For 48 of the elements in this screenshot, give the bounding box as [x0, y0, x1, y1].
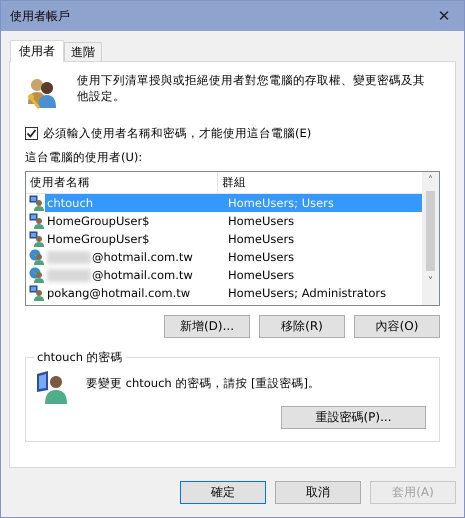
list-row[interactable]: HomeGroupUser$ HomeUsers [45, 230, 422, 248]
user-monitor-icon [36, 370, 68, 404]
globe-user-icon [29, 267, 45, 283]
monitor-user-icon [29, 231, 45, 247]
scroll-down-button[interactable]: ˅ [428, 273, 434, 290]
tab[interactable]: 進階 [64, 42, 102, 61]
reset-password-button[interactable]: 重設密碼(P)... [281, 406, 426, 429]
globe-user-icon [29, 249, 45, 265]
user-group: HomeUsers; Administrators [228, 286, 386, 300]
list-row[interactable]: @hotmail.com.tw HomeUsers [45, 266, 422, 284]
user-group: HomeUsers [228, 250, 294, 264]
group-title: chtouch 的密碼 [36, 350, 124, 365]
column-header[interactable]: 使用者名稱 [26, 172, 218, 193]
list-action-button[interactable]: 內容(O) [354, 315, 440, 338]
user-group: HomeUsers [228, 232, 294, 246]
list-row[interactable]: pokang@hotmail.com.tw HomeUsers; Administrators [45, 284, 422, 302]
list-row[interactable]: HomeGroupUser$ HomeUsers [45, 212, 422, 230]
scroll-up-button[interactable]: ˄ [428, 172, 434, 189]
blurred-text [47, 250, 91, 264]
user-name: @hotmail.com.tw [92, 268, 193, 282]
password-instruction: 要變更 chtouch 的密碼，請按 [重設密碼]。 [86, 376, 320, 391]
monitor-user-icon [29, 285, 45, 301]
blurred-text [47, 268, 91, 282]
user-name: @hotmail.com.tw [92, 250, 193, 264]
checkbox-label: 必須輸入使用者名稱和密碼，才能使用這台電腦(E) [43, 126, 312, 141]
user-name: pokang@hotmail.com.tw [47, 286, 190, 300]
monitor-user-icon [29, 195, 45, 211]
list-row[interactable]: @hotmail.com.tw HomeUsers [45, 248, 422, 266]
dialog-button[interactable]: 確定 [180, 481, 266, 504]
list-action-button[interactable]: 新增(D)... [164, 315, 250, 338]
users-key-icon [25, 76, 59, 110]
intro-text: 使用下列清單授與或拒絕使用者對您電腦的存取權、變更密碼及其他設定。 [77, 72, 426, 104]
dialog-button[interactable]: 取消 [275, 481, 361, 504]
user-group: HomeUsers; Users [228, 196, 334, 210]
monitor-user-icon [29, 213, 45, 229]
checkbox[interactable] [25, 127, 38, 140]
close-button[interactable]: ✕ [424, 1, 464, 31]
user-name: HomeGroupUser$ [47, 214, 150, 228]
user-group: HomeUsers [228, 268, 294, 282]
user-group: HomeUsers [228, 214, 294, 228]
user-name: HomeGroupUser$ [47, 232, 150, 246]
column-header[interactable]: 群組 [218, 172, 246, 193]
window-title: 使用者帳戶 [10, 8, 70, 24]
scrollbar[interactable]: ˄ ˅ [422, 172, 439, 305]
users-label: 這台電腦的使用者(U): [25, 150, 144, 165]
user-name: chtouch [47, 196, 94, 210]
tab[interactable]: 使用者 [10, 40, 64, 62]
list-action-button[interactable]: 移除(R) [259, 315, 345, 338]
